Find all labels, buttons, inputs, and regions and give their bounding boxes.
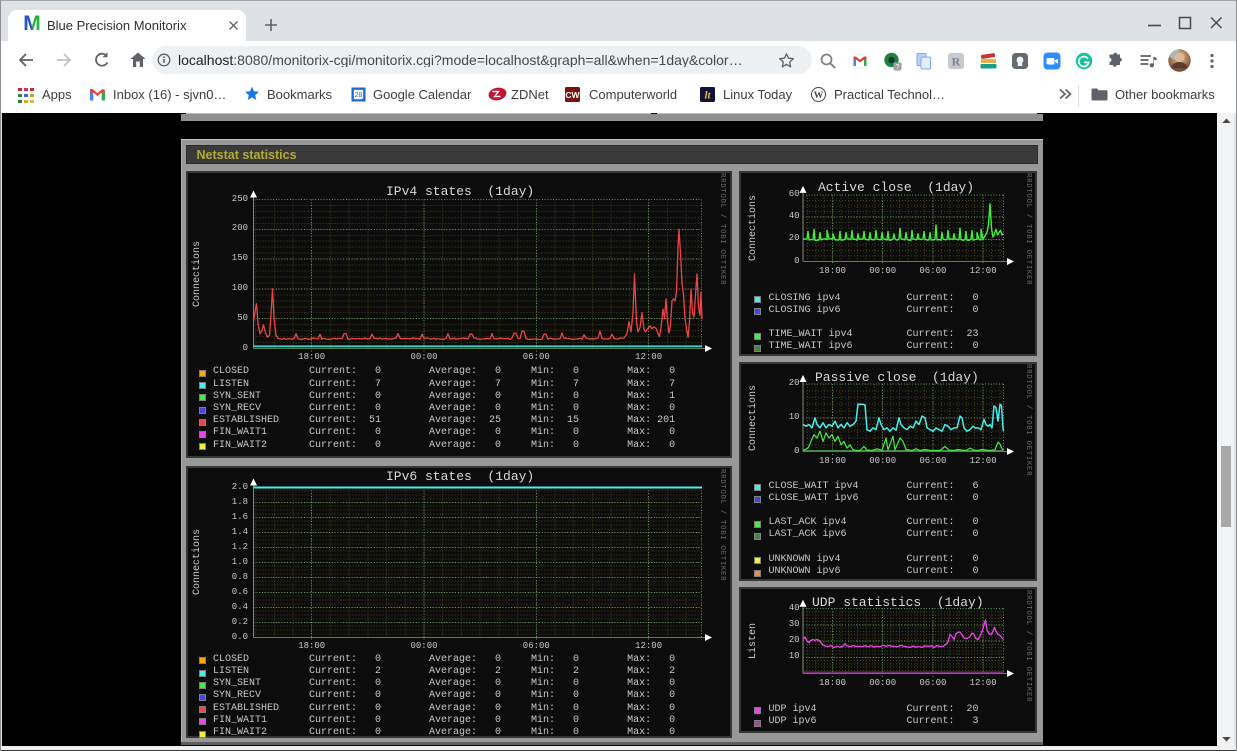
svg-text:lt: lt [704,89,711,101]
svg-text:?: ? [896,64,900,71]
svg-text:M: M [23,13,41,31]
svg-text:28: 28 [355,92,363,99]
svg-text:R: R [952,55,961,69]
svg-text:W: W [814,91,824,101]
svg-text:CW: CW [565,90,580,100]
